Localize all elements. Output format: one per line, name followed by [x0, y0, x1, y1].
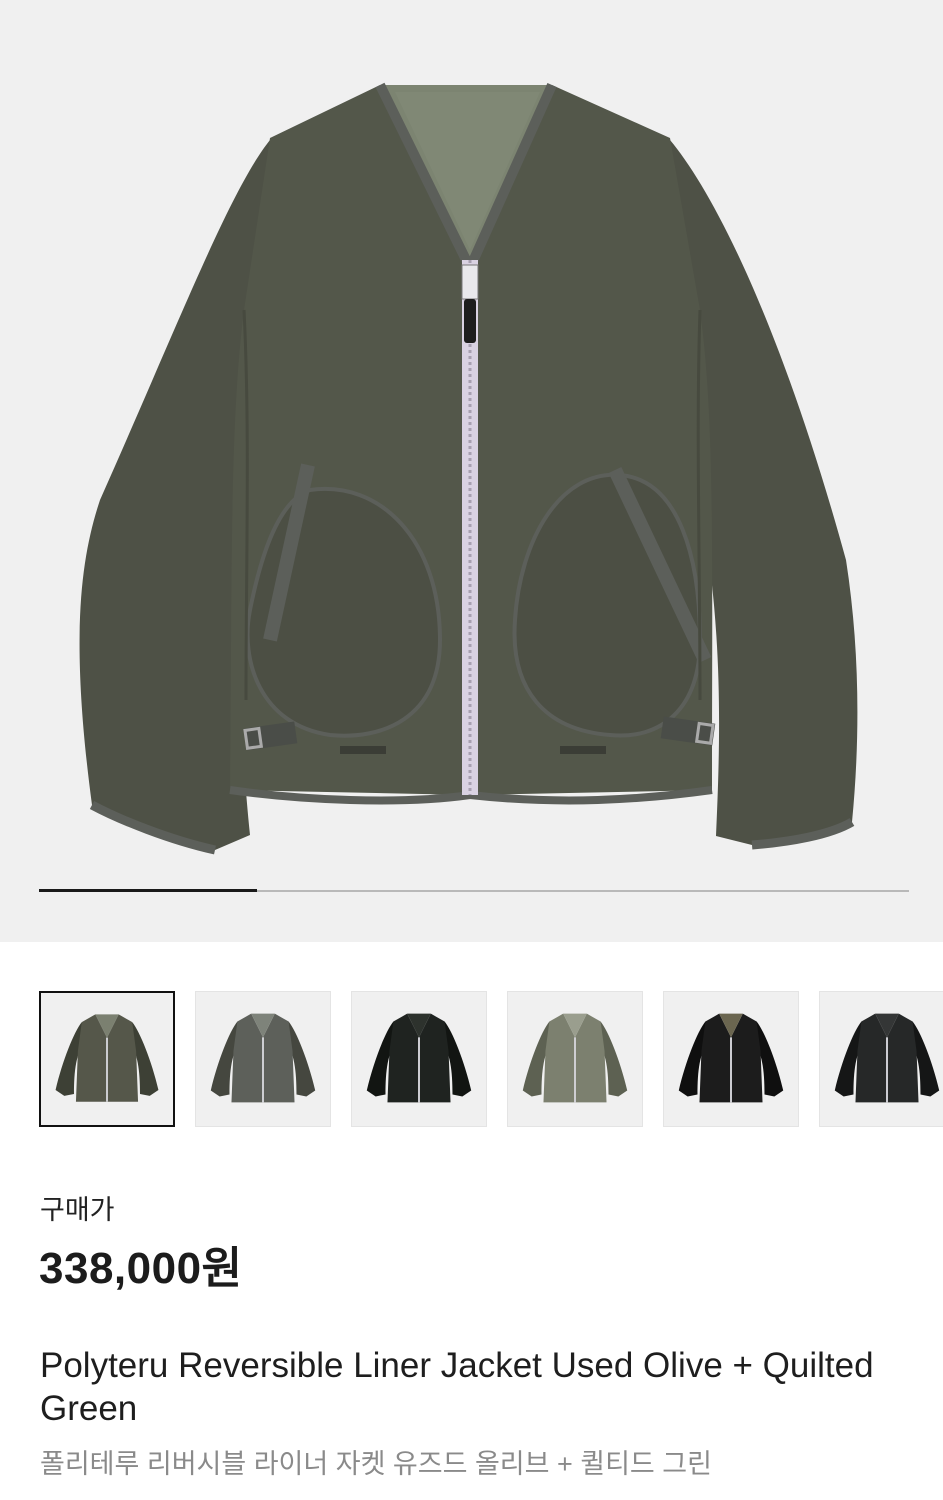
- thumbnail-jacket-image: [522, 1013, 628, 1103]
- thumbnail-jacket-image: [210, 1013, 316, 1103]
- thumb-quilted-green[interactable]: [507, 991, 643, 1127]
- thumbnail-jacket-image: [55, 1014, 159, 1102]
- gallery-progress-fill: [39, 889, 257, 892]
- product-image-gallery[interactable]: [0, 0, 943, 942]
- gallery-progress-track: [39, 889, 909, 892]
- thumb-olive-front[interactable]: [39, 991, 175, 1127]
- product-title-korean: 폴리테루 리버시블 라이너 자켓 유즈드 올리브 + 퀼티드 그린: [40, 1449, 712, 1479]
- thumbnail-jacket-image: [366, 1013, 472, 1103]
- thumbnail-strip[interactable]: [39, 991, 943, 1128]
- price-label: 구매가: [40, 1195, 115, 1225]
- price-value: 338,000원: [39, 1244, 243, 1293]
- product-main-image: [79, 82, 858, 855]
- thumbnail-jacket-image: [834, 1013, 940, 1103]
- thumb-olive-faded[interactable]: [195, 991, 331, 1127]
- thumb-black-2[interactable]: [819, 991, 943, 1127]
- thumbnail-jacket-image: [678, 1013, 784, 1103]
- thumb-black[interactable]: [351, 991, 487, 1127]
- product-title-english: Polyteru Reversible Liner Jacket Used Ol…: [40, 1346, 874, 1428]
- thumb-black-quilted[interactable]: [663, 991, 799, 1127]
